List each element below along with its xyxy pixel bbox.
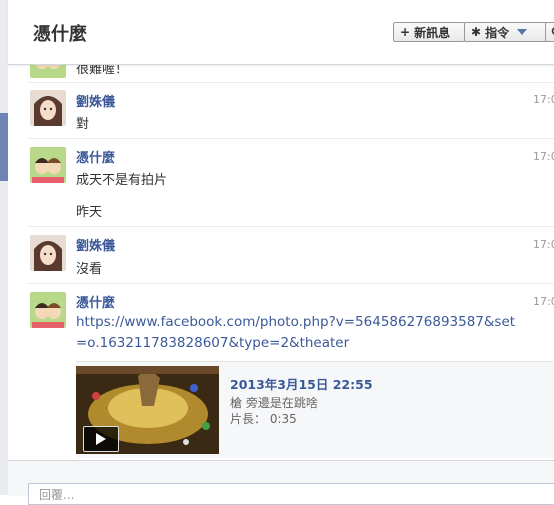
message-time: 17:0 [533, 238, 554, 251]
gear-icon: ✱ [471, 25, 481, 39]
message-time: 17:0 [533, 93, 554, 106]
message-text: 很難喔！ [76, 64, 128, 77]
message-sender[interactable]: 憑什麼 [76, 147, 115, 166]
divider [28, 138, 554, 139]
avatar[interactable] [30, 292, 66, 328]
message-text: 昨天 [76, 201, 102, 220]
message-text: 對 [76, 113, 89, 132]
message-sender[interactable]: 劉姝儀 [76, 235, 115, 254]
message-thread[interactable]: 很難喔！ 劉姝儀 17:0 對 憑什麼 17:0 成天不 [8, 64, 554, 459]
video-description: 槍 旁邊是在跳啥 [230, 394, 318, 411]
message-sender[interactable]: 憑什麼 [76, 292, 115, 311]
message-time: 17:0 [533, 150, 554, 163]
left-sidebar-strip [0, 0, 8, 495]
plus-icon: + [400, 25, 410, 39]
message-time: 17:0 [533, 295, 554, 308]
play-icon[interactable] [83, 426, 119, 452]
avatar[interactable] [30, 64, 66, 78]
reply-input[interactable]: 回覆... [28, 483, 554, 505]
avatar[interactable] [30, 147, 66, 183]
conversation-header: 憑什麼 + 新訊息 ✱ 指令 [8, 0, 554, 65]
divider [28, 82, 554, 83]
video-length: 片長： 0:35 [230, 410, 297, 427]
divider [28, 226, 554, 227]
search-button[interactable] [545, 22, 554, 42]
actions-button[interactable]: ✱ 指令 [464, 22, 547, 42]
video-thumbnail[interactable] [76, 366, 219, 454]
sidebar-accent [0, 113, 8, 181]
video-title[interactable]: 2013年3月15日 22:55 [230, 374, 373, 393]
divider [28, 283, 554, 284]
message-text: 沒看 [76, 258, 102, 277]
avatar[interactable] [30, 235, 66, 271]
avatar[interactable] [30, 90, 66, 126]
message-link[interactable]: https://www.facebook.com/photo.php?v=564… [76, 312, 516, 354]
conversation-title: 憑什麼 [33, 20, 87, 46]
message-sender[interactable]: 劉姝儀 [76, 91, 115, 110]
video-preview[interactable]: 2013年3月15日 22:55 槍 旁邊是在跳啥 片長： 0:35 [76, 361, 554, 458]
actions-label: 指令 [485, 24, 509, 41]
chevron-down-icon [517, 29, 527, 35]
new-message-label: 新訊息 [414, 24, 450, 41]
message-text: 成天不是有拍片 [76, 169, 167, 188]
new-message-button[interactable]: + 新訊息 [393, 22, 465, 42]
reply-composer: 回覆... [8, 460, 554, 496]
